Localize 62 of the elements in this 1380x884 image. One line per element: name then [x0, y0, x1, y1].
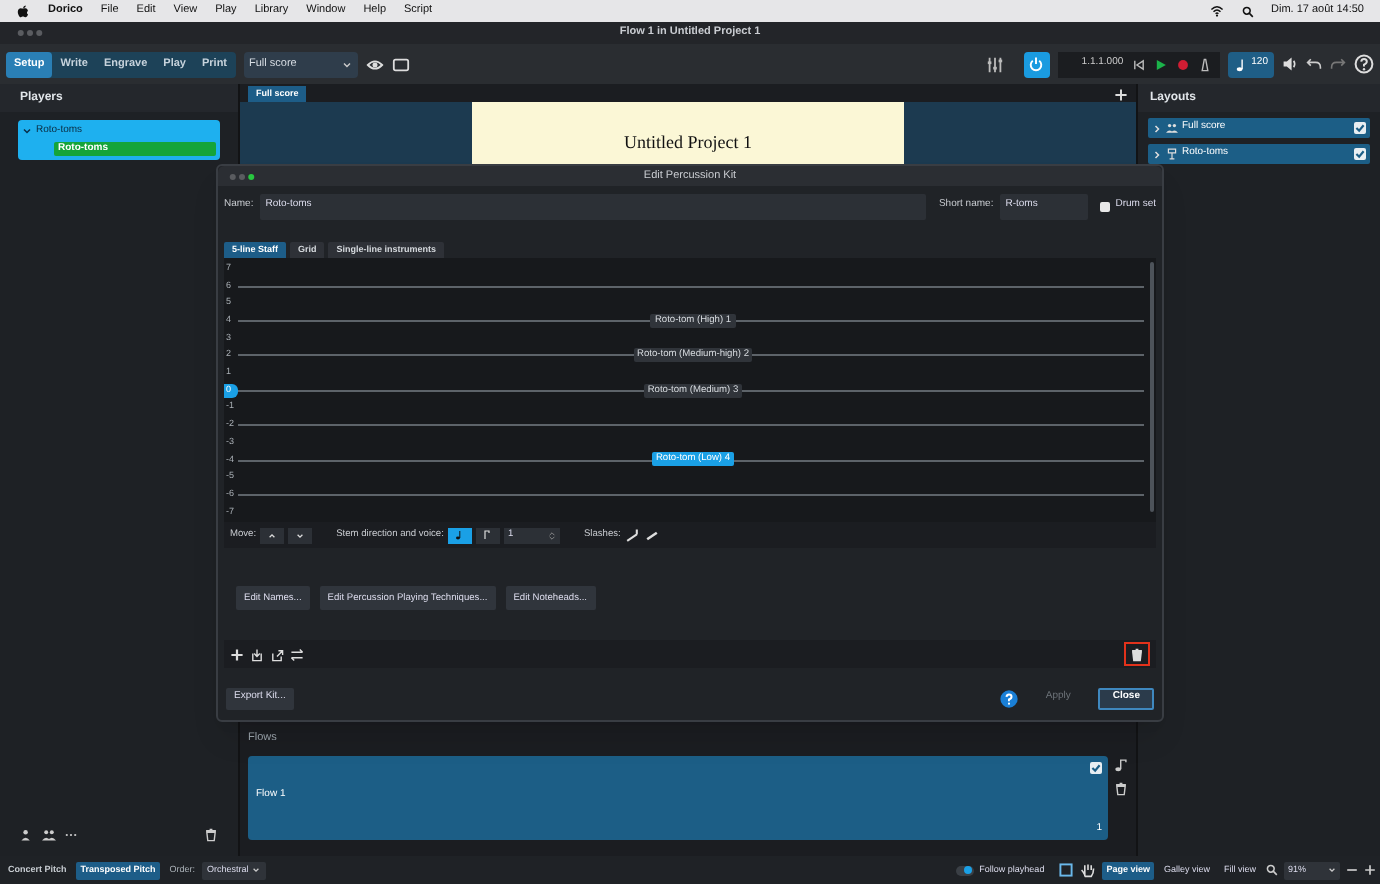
trash-icon[interactable]	[1114, 782, 1128, 796]
select-tool-icon[interactable]	[1058, 862, 1075, 878]
stem-up-button[interactable]	[447, 527, 472, 544]
drum-set-checkbox[interactable]	[1099, 201, 1110, 211]
add-icon[interactable]	[1114, 88, 1128, 102]
metronome-icon[interactable]	[1197, 57, 1212, 71]
scrollbar-thumb[interactable]	[1150, 262, 1154, 512]
swap-icon[interactable]	[290, 647, 304, 661]
slash-stem-icon[interactable]	[624, 527, 641, 544]
import-icon[interactable]	[250, 647, 264, 661]
power-button[interactable]	[1023, 51, 1050, 77]
note-icon[interactable]	[1114, 758, 1128, 772]
speaker-icon[interactable]	[1282, 56, 1298, 72]
note-icon	[454, 530, 465, 541]
move-down-button[interactable]	[288, 527, 313, 544]
music-stand-icon	[1166, 148, 1178, 160]
power-icon	[1028, 56, 1045, 72]
eye-icon[interactable]	[365, 55, 384, 73]
mixer-icon[interactable]	[985, 55, 1004, 73]
export-icon[interactable]	[270, 647, 284, 661]
flag-icon	[482, 530, 493, 541]
undo-icon[interactable]	[1306, 56, 1322, 72]
hand-icon[interactable]	[1080, 862, 1097, 878]
slash-icon[interactable]	[644, 527, 661, 544]
chevron-right-icon[interactable]	[1152, 149, 1162, 159]
layout-checkbox[interactable]	[1354, 122, 1366, 134]
trash-icon[interactable]	[204, 827, 218, 841]
search-icon	[1241, 5, 1254, 17]
play-icon[interactable]	[1153, 57, 1168, 71]
zoom-icon[interactable]	[1266, 864, 1278, 876]
zoom-out-icon[interactable]	[1346, 864, 1358, 876]
people-icon	[1166, 122, 1178, 134]
add-icon[interactable]	[230, 647, 244, 661]
chevron-up-icon	[268, 531, 277, 540]
help-icon[interactable]	[1354, 54, 1374, 74]
chevron-right-icon[interactable]	[1152, 123, 1162, 133]
rewind-icon[interactable]	[1131, 57, 1146, 71]
chevron-down-icon	[341, 59, 352, 69]
note-icon	[1233, 57, 1248, 71]
score-title: Untitled Project 1	[624, 130, 752, 154]
chevron-down-icon	[296, 531, 305, 540]
window-icon[interactable]	[391, 55, 410, 73]
window-controls-icon[interactable]	[224, 171, 260, 181]
record-icon[interactable]	[1175, 57, 1190, 71]
move-up-button[interactable]	[260, 527, 285, 544]
apple-icon	[16, 4, 30, 18]
chevron-down-icon	[1328, 866, 1336, 874]
flow-checkbox[interactable]	[1090, 762, 1102, 774]
wifi-icon	[1209, 4, 1224, 18]
follow-playhead-toggle[interactable]	[955, 865, 974, 875]
help-icon[interactable]	[999, 689, 1018, 707]
chevron-down-icon	[252, 866, 261, 874]
delete-button[interactable]	[1124, 642, 1150, 666]
stem-down-button[interactable]	[475, 527, 500, 544]
trash-icon	[1130, 647, 1144, 661]
chevron-down-icon[interactable]	[22, 126, 32, 137]
add-player-icon[interactable]	[20, 827, 34, 841]
layout-checkbox[interactable]	[1354, 148, 1366, 160]
redo-icon[interactable]	[1330, 56, 1346, 72]
add-ensemble-icon[interactable]	[42, 827, 56, 841]
stepper-icon	[547, 529, 556, 542]
zoom-in-icon[interactable]	[1364, 864, 1376, 876]
